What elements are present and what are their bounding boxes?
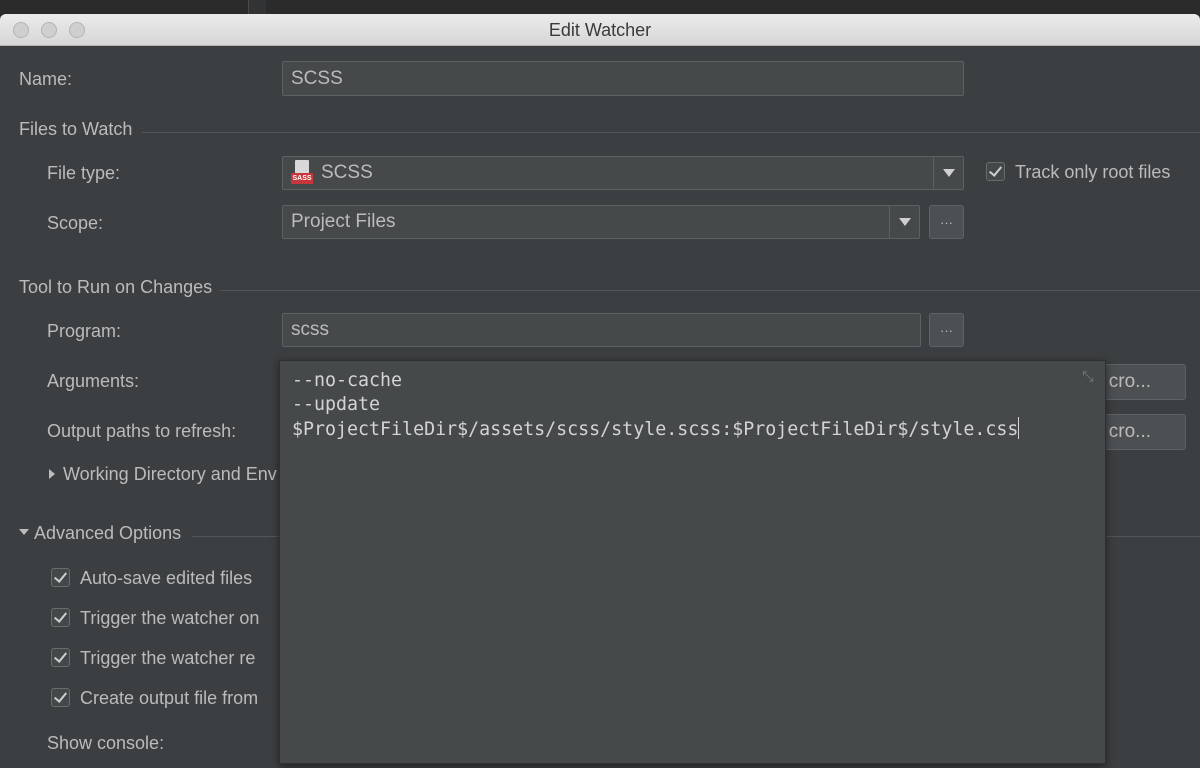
edit-watcher-dialog: Edit Watcher Name: SCSS Files to Watch F… — [0, 14, 1200, 768]
collapse-arrow-icon[interactable] — [19, 529, 29, 535]
output-paths-label: Output paths to refresh: — [47, 421, 237, 441]
file-type-combo[interactable]: SASS SCSS — [282, 156, 964, 190]
argument-line: --update — [292, 394, 381, 415]
sass-file-icon: SASS — [291, 160, 313, 186]
chevron-down-icon[interactable] — [933, 157, 963, 189]
output-paths-macro-label: cro... — [1108, 421, 1151, 442]
argument-line: --no-cache — [292, 370, 403, 391]
scope-value: Project Files — [291, 211, 396, 232]
program-browse-button[interactable]: ··· — [929, 313, 964, 347]
zoom-window-button[interactable] — [69, 22, 85, 38]
option-checkbox[interactable] — [51, 688, 70, 707]
track-only-root-checkbox[interactable] — [986, 162, 1005, 181]
collapse-icon[interactable]: ⤡ — [1079, 367, 1097, 385]
advanced-options-header[interactable]: Advanced Options — [34, 523, 181, 544]
arguments-editor-text[interactable]: --no-cache --update $ProjectFileDir$/ass… — [292, 369, 1020, 442]
name-input-value: SCSS — [291, 67, 343, 89]
program-value: scss — [291, 319, 329, 340]
window-title: Edit Watcher — [548, 20, 652, 40]
name-input[interactable]: SCSS — [282, 61, 964, 96]
chevron-down-icon[interactable] — [889, 206, 919, 238]
option-label: Trigger the watcher on — [80, 608, 260, 628]
arguments-expanded-editor[interactable]: --no-cache --update $ProjectFileDir$/ass… — [279, 360, 1106, 764]
option-checkbox[interactable] — [51, 568, 70, 587]
option-label: Trigger the watcher re — [80, 648, 256, 668]
file-type-label: File type: — [47, 163, 121, 183]
text-caret — [1018, 417, 1020, 439]
show-console-label: Show console: — [47, 733, 165, 753]
working-directory-toggle[interactable]: Working Directory and Env — [63, 464, 277, 485]
option-checkbox[interactable] — [51, 608, 70, 627]
minimize-window-button[interactable] — [41, 22, 57, 38]
arguments-macro-label: cro... — [1108, 371, 1151, 392]
expand-arrow-icon[interactable] — [49, 469, 55, 479]
scope-combo[interactable]: Project Files — [282, 205, 920, 239]
program-label: Program: — [47, 321, 122, 341]
file-type-value: SCSS — [321, 162, 373, 183]
scope-label: Scope: — [47, 213, 104, 233]
program-input[interactable]: scss — [282, 313, 921, 347]
option-label: Create output file from — [80, 688, 259, 708]
scope-browse-button[interactable]: ··· — [929, 205, 964, 239]
tool-divider — [220, 290, 1200, 291]
option-label: Auto-save edited files — [80, 568, 253, 588]
track-only-root-label: Track only root files — [1015, 162, 1171, 182]
files-to-watch-divider — [142, 132, 1200, 133]
title-bar: Edit Watcher — [0, 14, 1200, 46]
files-to-watch-header: Files to Watch — [19, 119, 133, 139]
argument-line: $ProjectFileDir$/assets/scss/style.scss:… — [292, 419, 1019, 440]
option-checkbox[interactable] — [51, 648, 70, 667]
name-label: Name: — [19, 69, 73, 89]
arguments-label: Arguments: — [47, 371, 140, 391]
tool-header: Tool to Run on Changes — [19, 277, 213, 297]
close-window-button[interactable] — [13, 22, 29, 38]
